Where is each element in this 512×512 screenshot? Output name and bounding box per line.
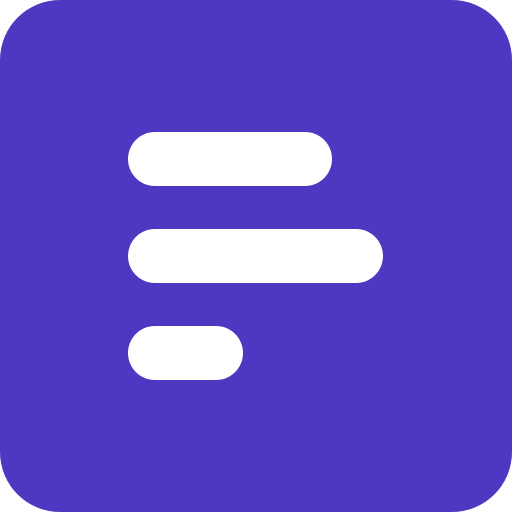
text-line-bar-middle <box>128 229 383 283</box>
text-line-bar-top <box>128 132 332 186</box>
icon-canvas <box>0 0 512 512</box>
app-icon-tile <box>0 0 512 512</box>
text-line-bar-bottom <box>128 326 243 380</box>
